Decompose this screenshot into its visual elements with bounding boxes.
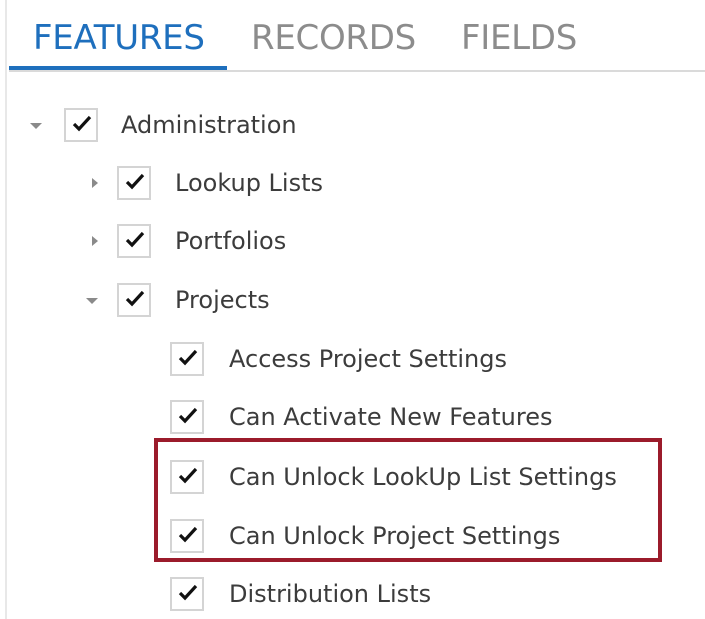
checkmark-icon	[178, 467, 198, 484]
tree-label-access-project-settings: Access Project Settings	[229, 345, 507, 373]
tab-fields[interactable]: FIELDS	[461, 18, 577, 58]
distribution-lists-checkbox[interactable]	[170, 577, 204, 611]
checkmark-icon	[178, 349, 198, 366]
tab-records[interactable]: RECORDS	[251, 18, 416, 58]
tree-label-can-unlock-lookup-list-settings: Can Unlock LookUp List Settings	[229, 463, 617, 491]
tree-label-distribution-lists: Distribution Lists	[229, 580, 432, 608]
portfolios-checkbox[interactable]	[117, 224, 151, 258]
caret-down-icon[interactable]	[30, 120, 42, 132]
tree-label-portfolios: Portfolios	[175, 227, 287, 255]
access-project-settings-checkbox[interactable]	[170, 342, 204, 376]
checkmark-icon	[125, 173, 145, 190]
tree-label-administration: Administration	[121, 111, 297, 139]
tab-features[interactable]: FEATURES	[33, 18, 205, 58]
tree-label-can-activate-new-features: Can Activate New Features	[229, 403, 553, 431]
left-border	[5, 0, 7, 619]
caret-right-icon[interactable]	[89, 178, 101, 190]
caret-down-icon[interactable]	[86, 295, 98, 307]
can-unlock-lookup-list-settings-checkbox[interactable]	[170, 460, 204, 494]
caret-right-icon[interactable]	[89, 236, 101, 248]
administration-checkbox[interactable]	[64, 108, 98, 142]
checkmark-icon	[125, 290, 145, 307]
can-unlock-project-settings-checkbox[interactable]	[170, 519, 204, 553]
can-activate-new-features-checkbox[interactable]	[170, 400, 204, 434]
checkmark-icon	[178, 584, 198, 601]
tab-bar: FEATURES RECORDS FIELDS	[9, 0, 705, 72]
tree-label-can-unlock-project-settings: Can Unlock Project Settings	[229, 522, 561, 550]
checkmark-icon	[178, 407, 198, 424]
lookup-lists-checkbox[interactable]	[117, 166, 151, 200]
tree-label-lookup-lists: Lookup Lists	[175, 169, 324, 197]
projects-checkbox[interactable]	[117, 283, 151, 317]
checkmark-icon	[125, 231, 145, 248]
tree-label-projects: Projects	[175, 286, 270, 314]
tab-divider	[9, 70, 705, 72]
checkmark-icon	[178, 526, 198, 543]
checkmark-icon	[72, 115, 92, 132]
